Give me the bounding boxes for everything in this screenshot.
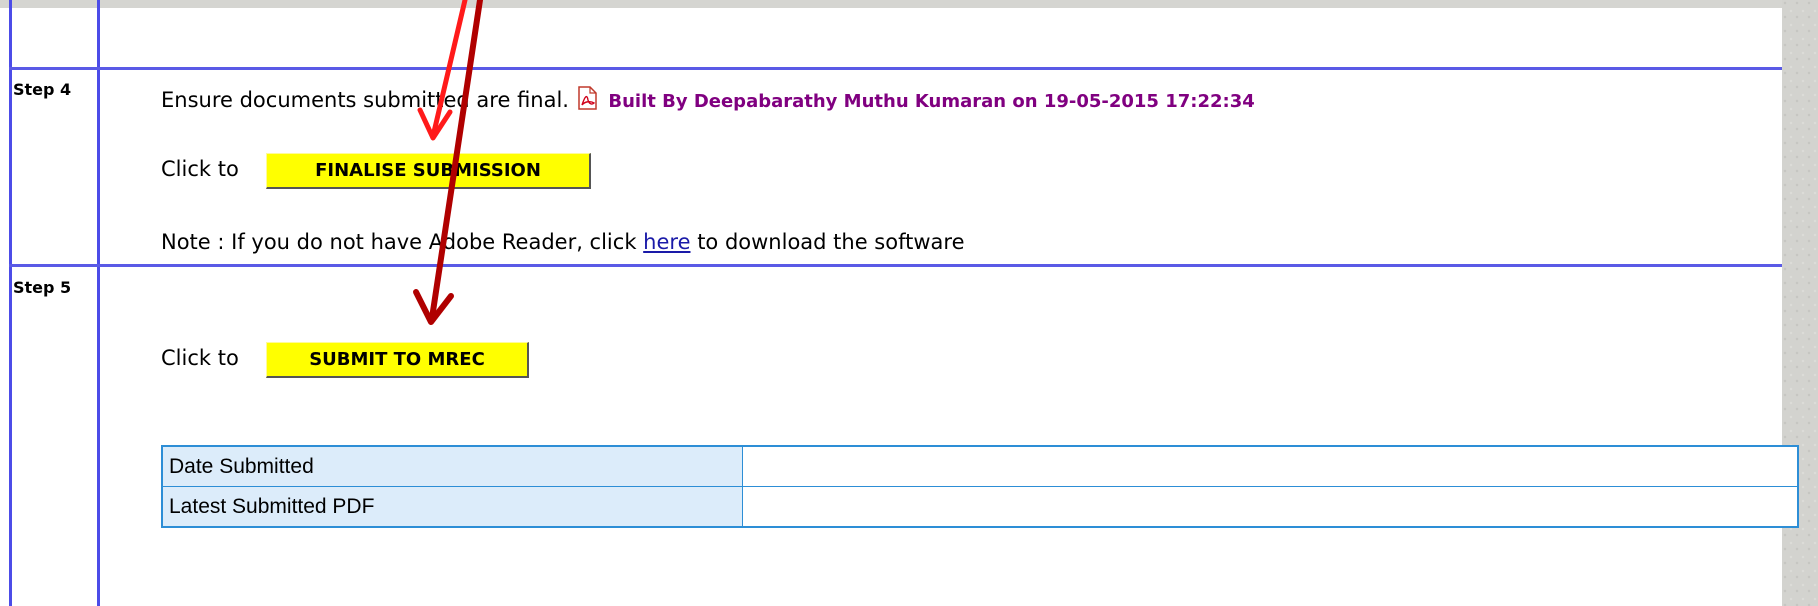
annotation-arrows — [413, 0, 483, 325]
